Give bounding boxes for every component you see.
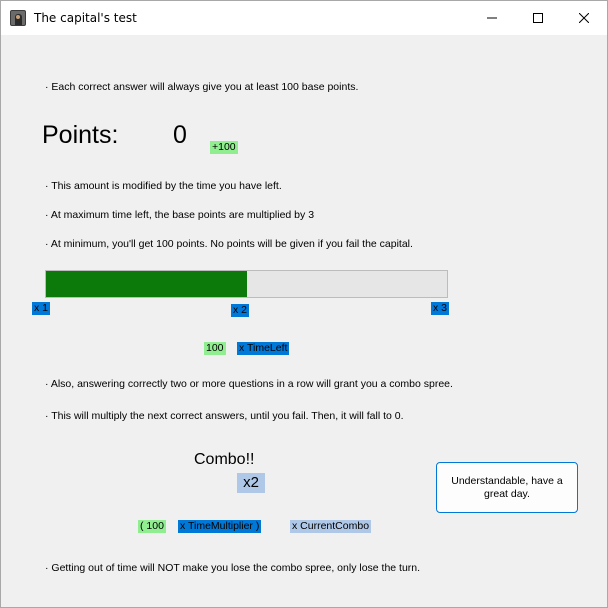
minimize-button[interactable]: [469, 1, 515, 35]
combo-formula-time-multiplier: x TimeMultiplier ): [178, 520, 262, 533]
formula-base-points: 100: [204, 342, 226, 355]
close-button[interactable]: [561, 1, 607, 35]
points-bonus-badge: +100: [210, 141, 238, 154]
portrait-face: [16, 15, 20, 19]
maximize-button[interactable]: [515, 1, 561, 35]
rule-out-of-time: · Getting out of time will NOT make you …: [45, 562, 421, 574]
multiplier-max-label: x 3: [431, 302, 450, 315]
maximize-icon: [533, 13, 543, 23]
rule-combo-spree: · Also, answering correctly two or more …: [45, 378, 453, 390]
understandable-button[interactable]: Understandable, have a great day.: [436, 462, 578, 513]
rule-combo-multiply: · This will multiply the next correct an…: [45, 410, 404, 422]
multiplier-mid-label: x 2: [231, 304, 250, 317]
title-bar[interactable]: The capital's test: [1, 1, 607, 35]
close-icon: [579, 13, 589, 23]
formula-time-left: x TimeLeft: [237, 342, 290, 355]
window-title: The capital's test: [34, 11, 137, 25]
rule-min-time: · At minimum, you'll get 100 points. No …: [45, 238, 413, 250]
points-value: 0: [173, 121, 187, 149]
combo-multiplier: x2: [237, 473, 265, 493]
points-label: Points:: [42, 121, 119, 149]
rule-max-time: · At maximum time left, the base points …: [45, 209, 315, 221]
combo-formula-base: ( 100: [138, 520, 166, 533]
portrait-icon: [10, 10, 26, 26]
minimize-icon: [487, 17, 497, 19]
time-progress-fill: [46, 271, 247, 297]
multiplier-min-label: x 1: [32, 302, 51, 315]
rule-time-modifier: · This amount is modified by the time yo…: [45, 180, 282, 192]
app-window: The capital's test · Each correct answer…: [0, 0, 608, 608]
combo-title: Combo!!: [194, 451, 255, 468]
rule-base-points: · Each correct answer will always give y…: [45, 81, 359, 93]
combo-formula-current-combo: x CurrentCombo: [290, 520, 372, 533]
time-progress-bar: [45, 270, 448, 298]
